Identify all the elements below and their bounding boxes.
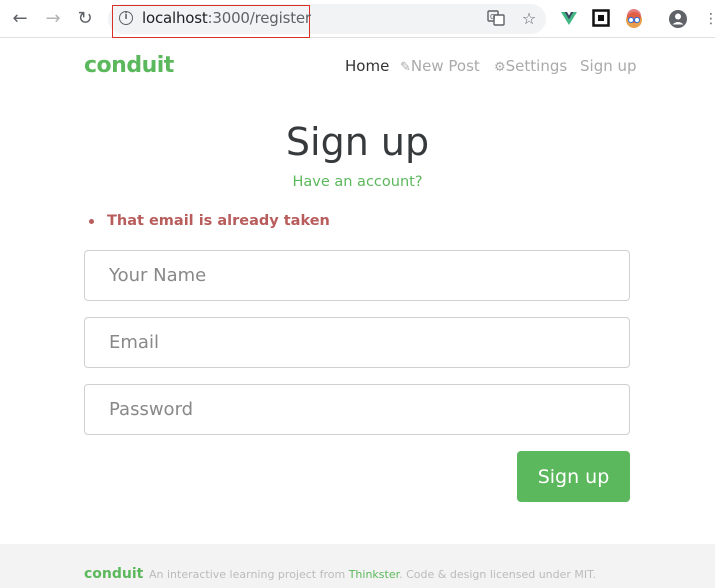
menu-icon[interactable]: ⋮: [700, 9, 715, 31]
error-messages: That email is already taken: [89, 213, 330, 229]
star-icon[interactable]: ☆: [519, 9, 539, 29]
svg-text:G: G: [490, 13, 495, 21]
bullet-icon: [89, 219, 94, 224]
footer: conduit An interactive learning project …: [0, 544, 715, 588]
info-icon[interactable]: i: [119, 11, 133, 25]
name-input[interactable]: [84, 250, 630, 301]
password-input[interactable]: [84, 384, 630, 435]
nav-home-label: Home: [345, 57, 390, 75]
extension-vue-icon[interactable]: [560, 9, 580, 29]
profile-icon[interactable]: [668, 9, 688, 29]
nav-sign-up-label: Sign up: [580, 57, 637, 75]
url-text[interactable]: localhost:3000/register: [142, 9, 311, 27]
nav-new-post-label: New Post: [410, 57, 480, 75]
nav-settings-label: Settings: [505, 57, 568, 75]
reload-icon[interactable]: ↻: [74, 9, 96, 31]
page-title: Sign up: [285, 120, 430, 164]
nav-sign-up[interactable]: Sign up: [580, 57, 637, 75]
forward-icon[interactable]: →: [42, 9, 64, 31]
email-input[interactable]: [84, 317, 630, 368]
brand-logo[interactable]: conduit: [84, 53, 174, 78]
nav-home[interactable]: Home: [345, 57, 389, 75]
browser-toolbar: ← → ↻ i localhost:3000/register G ☆ ⋮: [0, 0, 715, 38]
nav-settings[interactable]: ⚙Settings: [494, 57, 567, 75]
translate-icon[interactable]: G: [486, 9, 506, 29]
gear-icon: ⚙: [494, 60, 506, 75]
footer-text: An interactive learning project from Thi…: [149, 568, 597, 581]
back-icon[interactable]: ←: [9, 9, 31, 31]
extension-avatar-icon[interactable]: [624, 9, 644, 29]
edit-icon: ✎: [400, 60, 411, 75]
extension-square-icon[interactable]: [592, 9, 612, 29]
sign-up-button[interactable]: Sign up: [517, 451, 630, 502]
have-account-link[interactable]: Have an account?: [0, 174, 715, 190]
error-message: That email is already taken: [107, 213, 330, 229]
nav-new-post[interactable]: ✎New Post: [400, 57, 480, 75]
thinkster-link[interactable]: Thinkster: [349, 568, 399, 581]
footer-brand[interactable]: conduit: [84, 566, 143, 582]
